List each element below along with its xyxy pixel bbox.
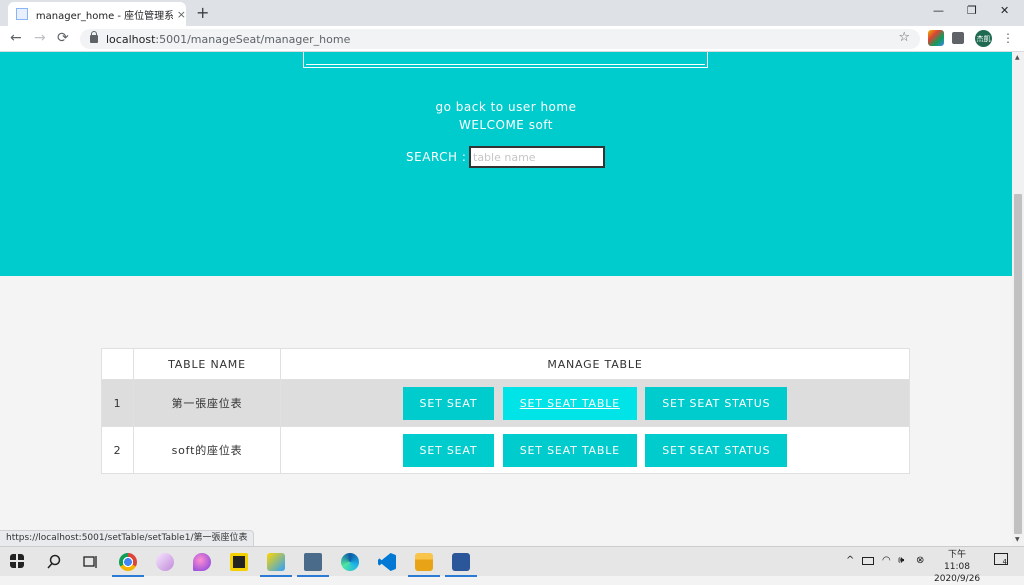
- back-to-user-home-link[interactable]: go back to user home: [0, 100, 1012, 114]
- hero-banner: go back to user home WELCOME soft SEARCH…: [0, 52, 1012, 276]
- wifi-icon[interactable]: ◠: [882, 555, 891, 566]
- network-status-icon[interactable]: ⊗: [916, 555, 924, 566]
- set-seat-button[interactable]: SET SEAT: [402, 433, 495, 467]
- snipping-tool-icon[interactable]: [156, 553, 174, 571]
- set-seat-status-button[interactable]: SET SEAT STATUS: [645, 433, 788, 467]
- vscode-icon[interactable]: [378, 553, 396, 571]
- table-row: 2 soft的座位表 SET SEAT SET SEAT TABLE SET S…: [101, 426, 910, 474]
- table-row: 1 第一張座位表 SET SEAT SET SEAT TABLE SET SEA…: [101, 379, 910, 427]
- close-window-button[interactable]: ✕: [1000, 4, 1009, 17]
- page-favicon-icon: [16, 8, 28, 20]
- edge-icon[interactable]: [341, 553, 359, 571]
- new-tab-button[interactable]: +: [196, 3, 209, 22]
- tab-close-icon[interactable]: ×: [177, 8, 186, 21]
- windows-start-icon[interactable]: [10, 554, 24, 568]
- search-input[interactable]: [469, 146, 605, 168]
- reload-button[interactable]: ⟳: [57, 30, 69, 46]
- scroll-up-arrow-icon[interactable]: ▲: [1015, 54, 1020, 61]
- word-icon[interactable]: [445, 553, 477, 577]
- link-status-bar: https://localhost:5001/setTable/setTable…: [0, 530, 255, 546]
- sticky-notes-icon[interactable]: [230, 553, 248, 571]
- lock-icon[interactable]: [90, 31, 98, 43]
- taskbar-clock[interactable]: 下午 11:08 2020/9/26: [934, 549, 980, 585]
- bookmark-star-icon[interactable]: ☆: [898, 30, 910, 45]
- browser-tab-strip: manager_home - 座位管理系統 × + — ❐ ✕: [0, 0, 1024, 26]
- task-view-icon[interactable]: [82, 554, 98, 570]
- paint-3d-icon[interactable]: [193, 553, 211, 571]
- page-viewport: go back to user home WELCOME soft SEARCH…: [0, 52, 1012, 546]
- snip-sketch-icon[interactable]: [260, 553, 292, 577]
- file-explorer-icon[interactable]: [408, 553, 440, 577]
- page-scrollbar[interactable]: ▲ ▼: [1012, 52, 1024, 546]
- scrollbar-thumb[interactable]: [1014, 194, 1022, 534]
- calculator-icon[interactable]: [297, 553, 329, 577]
- row-table-name: soft的座位表: [133, 426, 281, 474]
- set-seat-status-button[interactable]: SET SEAT STATUS: [645, 386, 788, 420]
- search-label: SEARCH :: [406, 150, 467, 164]
- extension-icon[interactable]: [928, 30, 944, 46]
- header-index: [101, 348, 134, 380]
- restore-button[interactable]: ❐: [967, 4, 977, 17]
- notification-center-icon[interactable]: 4: [994, 553, 1008, 566]
- row-actions: SET SEAT SET SEAT TABLE SET SEAT STATUS: [280, 379, 910, 427]
- header-table-name: TABLE NAME: [133, 348, 281, 380]
- clock-time: 下午 11:08: [944, 550, 970, 572]
- scroll-down-arrow-icon[interactable]: ▼: [1015, 536, 1020, 543]
- forward-button[interactable]: →: [34, 30, 46, 46]
- set-seat-table-button[interactable]: SET SEAT TABLE: [502, 433, 637, 467]
- row-actions: SET SEAT SET SEAT TABLE SET SEAT STATUS: [280, 426, 910, 474]
- browser-toolbar: ← → ⟳ localhost:5001/manageSeat/manager_…: [0, 26, 1024, 52]
- seat-tables: TABLE NAME MANAGE TABLE 1 第一張座位表 SET SEA…: [101, 348, 910, 474]
- extensions-puzzle-icon[interactable]: [952, 32, 964, 44]
- browser-tab[interactable]: manager_home - 座位管理系統 ×: [8, 2, 186, 26]
- header-frame: [303, 52, 708, 68]
- set-seat-button[interactable]: SET SEAT: [402, 386, 495, 420]
- volume-icon[interactable]: 🕪: [898, 555, 904, 566]
- row-index: 2: [101, 426, 134, 474]
- tray-overflow-icon[interactable]: ^: [846, 555, 854, 566]
- url-text: localhost:5001/manageSeat/manager_home: [106, 32, 351, 46]
- row-index: 1: [101, 379, 134, 427]
- clock-date: 2020/9/26: [934, 574, 981, 584]
- browser-menu-icon[interactable]: ⋮: [1002, 31, 1014, 45]
- table-header-row: TABLE NAME MANAGE TABLE: [101, 348, 910, 380]
- header-manage-table: MANAGE TABLE: [280, 348, 910, 380]
- welcome-text: WELCOME soft: [458, 118, 554, 132]
- chrome-taskbar-icon[interactable]: [112, 553, 144, 577]
- back-button[interactable]: ←: [10, 30, 22, 46]
- battery-icon[interactable]: [862, 557, 874, 565]
- row-table-name: 第一張座位表: [133, 379, 281, 427]
- minimize-button[interactable]: —: [933, 4, 944, 17]
- profile-avatar[interactable]: 杰凱: [975, 30, 992, 47]
- search-icon[interactable]: [46, 554, 62, 570]
- windows-taskbar: ^ ◠ 🕪 ⊗ 下午 11:08 2020/9/26 4: [0, 546, 1024, 584]
- set-seat-table-button[interactable]: SET SEAT TABLE: [502, 386, 637, 420]
- tab-title: manager_home - 座位管理系統: [35, 10, 173, 22]
- address-bar[interactable]: localhost:5001/manageSeat/manager_home ☆: [80, 29, 920, 49]
